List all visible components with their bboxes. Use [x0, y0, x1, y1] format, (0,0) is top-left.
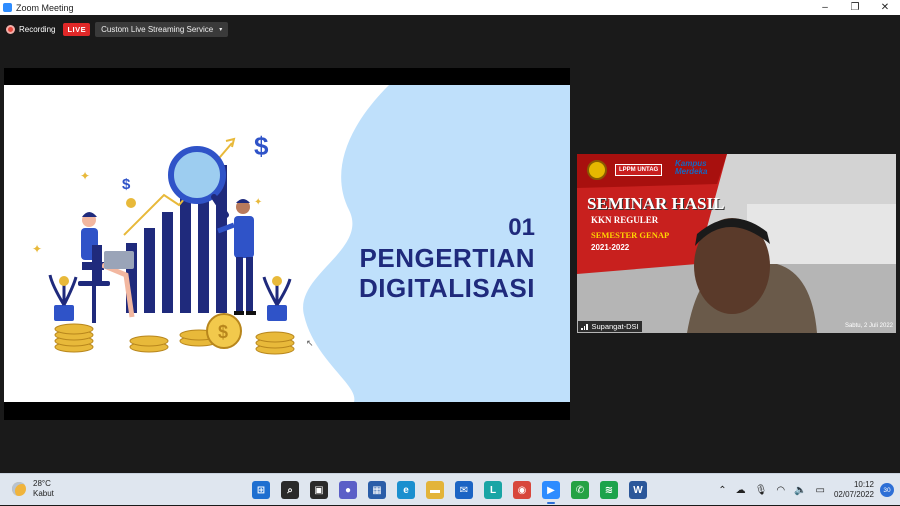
- mail-icon[interactable]: ✉: [455, 481, 473, 499]
- participant-name-tag: Supangat-DSI: [578, 321, 642, 332]
- coin-stack-icon: [54, 323, 94, 353]
- clock-time: 10:12: [853, 480, 874, 489]
- maximize-button[interactable]: ❐: [840, 0, 870, 15]
- shared-screen: $ $ ✦ ✦ ✦ $ 01 PENGERTIAN DIGITALISASI: [4, 68, 570, 420]
- kkn-label: KKN REGULER: [591, 215, 659, 225]
- sparkle-icon: ✦: [32, 242, 42, 256]
- chevron-up-icon[interactable]: ⌃: [718, 485, 726, 496]
- live-stream-service-label: Custom Live Streaming Service: [101, 24, 214, 34]
- svg-text:$: $: [218, 322, 228, 342]
- minimize-button[interactable]: –: [810, 0, 840, 15]
- live-stream-service-button[interactable]: Custom Live Streaming Service ▾: [95, 21, 229, 37]
- chart-bar: [180, 197, 191, 313]
- taskbar-clock[interactable]: 10:12 02/07/2022: [834, 480, 874, 500]
- university-logo-icon: [587, 160, 607, 180]
- live-badge: LIVE: [63, 22, 91, 36]
- coin-stack-icon: [255, 331, 295, 355]
- year-label: 2021-2022: [591, 243, 630, 252]
- slide-heading: 01 PENGERTIAN DIGITALISASI: [359, 213, 535, 303]
- zoom-icon[interactable]: ▶: [542, 481, 560, 504]
- clock-date: 02/07/2022: [833, 490, 874, 499]
- taskbar-apps: ⊞ ⌕ ▣ ● ▦ e ▬ ✉ L ◉ ▶ ✆ ≋ W: [252, 481, 658, 504]
- onedrive-cloud-icon[interactable]: ☁: [736, 485, 746, 496]
- weather-temp: 28°C: [33, 479, 51, 488]
- microphone-icon[interactable]: 🎙: [755, 485, 768, 496]
- seminar-title: SEMINAR HASIL: [587, 194, 725, 213]
- mouse-cursor-icon: ↖: [306, 338, 314, 348]
- plant-icon: [48, 274, 78, 321]
- participant-name: Supangat-DSI: [591, 322, 639, 331]
- slide-number: 01: [508, 214, 535, 241]
- edge-icon[interactable]: e: [397, 481, 415, 499]
- battery-icon[interactable]: ▭: [816, 485, 825, 496]
- weather-widget[interactable]: 28°C Kabut: [12, 479, 54, 499]
- woman-figure-icon: [78, 212, 135, 323]
- meeting-area: Recording LIVE Custom Live Streaming Ser…: [0, 15, 900, 473]
- window-titlebar: Zoom Meeting – ❐ ✕: [0, 0, 900, 15]
- recording-label: Recording: [19, 24, 56, 34]
- signal-bars-icon: [581, 323, 589, 330]
- slide-title-line1: PENGERTIAN: [359, 243, 535, 273]
- chat-icon[interactable]: ●: [339, 481, 357, 499]
- dollar-icon: $: [254, 131, 269, 161]
- recording-dot-icon: [6, 24, 15, 34]
- chart-bar: [162, 212, 173, 313]
- coin-stack-icon: [129, 335, 169, 353]
- close-button[interactable]: ✕: [870, 0, 900, 15]
- recording-bar: Recording LIVE Custom Live Streaming Ser…: [6, 21, 229, 37]
- spotify-icon[interactable]: ≋: [600, 481, 618, 499]
- gear-icon: [126, 198, 136, 208]
- zoom-app-icon: [3, 3, 12, 12]
- banner-date: Sabtu, 2 Juli 2022: [844, 323, 893, 329]
- wifi-icon[interactable]: ◠: [776, 485, 785, 496]
- presentation-slide: $ $ ✦ ✦ ✦ $ 01 PENGERTIAN DIGITALISASI: [4, 85, 570, 402]
- whatsapp-icon[interactable]: ✆: [571, 481, 589, 499]
- chevron-down-icon: ▾: [219, 26, 223, 33]
- semester-label: SEMESTER GENAP: [591, 230, 670, 240]
- sparkle-icon: ✦: [254, 197, 262, 208]
- system-tray: ⌃ ☁ 🎙 ◠ 🔈 ▭ 10:12 02/07/2022 30: [718, 474, 900, 506]
- window-controls: – ❐ ✕: [810, 0, 900, 15]
- word-icon[interactable]: W: [629, 481, 647, 499]
- coin-icon: $: [206, 313, 242, 349]
- sparkle-icon: ✦: [80, 169, 90, 183]
- file-explorer-icon[interactable]: ▬: [426, 481, 444, 499]
- window-title: Zoom Meeting: [16, 2, 74, 13]
- windows-taskbar: 28°C Kabut ⊞ ⌕ ▣ ● ▦ e ▬ ✉ L ◉ ▶ ✆ ≋ W ⌃ ☁ 🎙 ◠ 🔈 ▭ 10…: [0, 473, 900, 505]
- magnifier-icon: [168, 146, 226, 204]
- slide-title-line2: DIGITALISASI: [359, 273, 535, 303]
- dollar-icon: $: [122, 176, 131, 193]
- weather-icon: [12, 482, 26, 496]
- notification-badge[interactable]: 30: [880, 483, 894, 497]
- weather-desc: Kabut: [33, 489, 54, 498]
- chrome-icon[interactable]: ◉: [513, 481, 531, 499]
- l-app-icon[interactable]: L: [484, 481, 502, 499]
- store-icon[interactable]: ▦: [368, 481, 386, 499]
- search-icon[interactable]: ⌕: [281, 481, 299, 499]
- participant-video-tile[interactable]: LPPM UNTAG Kampus Merdeka SEMINAR HASIL K…: [577, 154, 896, 333]
- volume-icon[interactable]: 🔈: [794, 485, 806, 496]
- plant-icon: [262, 276, 292, 321]
- chart-bar: [144, 228, 155, 313]
- lppm-logo: LPPM UNTAG: [615, 164, 663, 176]
- kampus-merdeka-logo: Kampus Merdeka: [675, 159, 708, 176]
- start-icon[interactable]: ⊞: [252, 481, 270, 499]
- task-view-icon[interactable]: ▣: [310, 481, 328, 499]
